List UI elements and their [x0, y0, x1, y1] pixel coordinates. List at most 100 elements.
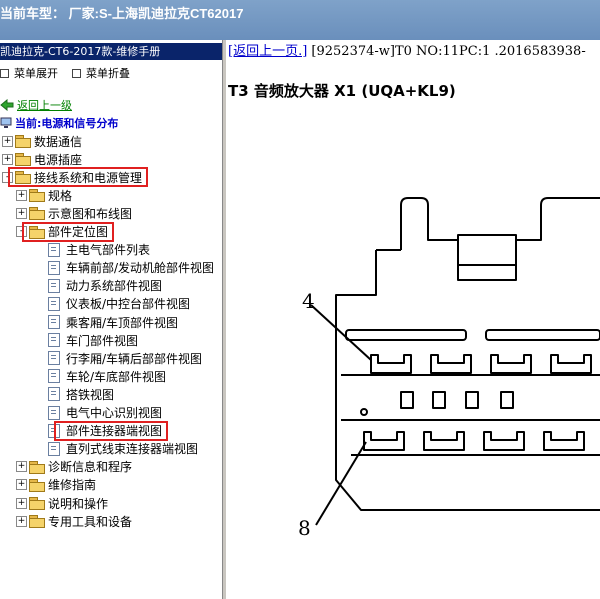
document-icon [48, 296, 60, 311]
expand-menu-button[interactable]: 菜单展开 [0, 65, 58, 81]
tree-item-label: 电气中心识别视图 [66, 406, 163, 420]
tree-doc-7[interactable]: 车辆前部/发动机舱部件视图 [48, 259, 214, 277]
housing-detail [360, 408, 368, 416]
tree-folder-21[interactable]: + 专用工具和设备 [16, 512, 132, 530]
expand-node-icon[interactable]: + [16, 497, 27, 509]
back-arrow-icon [0, 99, 14, 111]
tree-doc-8[interactable]: 动力系统部件视图 [48, 277, 162, 295]
tree-folder-20[interactable]: + 说明和操作 [16, 494, 108, 512]
tree-folder-1[interactable]: + 电源插座 [2, 150, 82, 168]
collapse-icon [72, 68, 81, 78]
folder-icon [29, 497, 45, 510]
content-nav-line: [返回上一页.] [9252374-w]T0 NO:11PC:1 .201658… [228, 40, 586, 59]
folder-icon [29, 207, 45, 221]
connector-latch [400, 197, 600, 250]
pin-label-4: 4 [302, 289, 315, 313]
upper-rail-right [485, 329, 600, 341]
title-bar: 当前车型： 厂家:S-上海凯迪拉克CT62017 [0, 0, 600, 40]
latch-slot [457, 240, 517, 281]
callout-line-4 [310, 304, 372, 361]
expand-menu-label: 菜单展开 [14, 67, 58, 80]
tree-doc-13[interactable]: 车轮/车底部件视图 [48, 367, 166, 385]
tree-item-label: 车辆前部/发动机舱部件视图 [66, 261, 215, 276]
return-prev-page-link[interactable]: [返回上一页.] [228, 44, 307, 59]
expand-node-icon[interactable]: + [16, 207, 27, 219]
tree-item-label: 乘客厢/车顶部件视图 [66, 315, 179, 330]
tree-item-label: 直列式线束连接器端视图 [66, 442, 199, 457]
back-up-label: 返回上一级 [17, 99, 72, 112]
tree-item-label: 维修指南 [48, 478, 97, 493]
folder-icon [29, 189, 45, 203]
highlight-box [54, 420, 168, 441]
terminal-row-top [370, 354, 592, 374]
tree-item-label: 仪表板/中控台部件视图 [66, 297, 191, 312]
document-icon [48, 333, 60, 348]
computer-icon [0, 117, 12, 128]
tree-item-label: 示意图和布线图 [48, 206, 133, 221]
content-panel: [返回上一页.] [9252374-w]T0 NO:11PC:1 .201658… [226, 40, 600, 599]
connector-housing [335, 250, 600, 511]
panel-title: 凯迪拉克-CT6-2017款-维修手册 [0, 43, 222, 60]
collapse-menu-button[interactable]: 菜单折叠 [72, 65, 130, 81]
callout-line-8 [315, 441, 367, 526]
expand-node-icon[interactable]: + [16, 479, 27, 491]
folder-icon [15, 135, 31, 148]
key-slots [400, 391, 514, 409]
back-up-link[interactable]: 返回上一级 [0, 97, 72, 113]
document-info: [9252374-w]T0 NO:11PC:1 .2016583938- [307, 44, 586, 59]
folder-icon [29, 478, 45, 492]
pin-label-8: 8 [298, 516, 311, 540]
tree-folder-3[interactable]: + 规格 [16, 186, 72, 204]
document-icon [48, 369, 60, 384]
expand-icon [0, 68, 9, 78]
tree-doc-12[interactable]: 行李厢/车辆后部部件视图 [48, 349, 202, 367]
tree-doc-14[interactable]: 搭铁视图 [48, 385, 114, 403]
folder-icon [29, 460, 45, 474]
document-icon [48, 260, 60, 275]
document-icon [48, 441, 60, 456]
folder-icon [29, 515, 45, 529]
document-icon [48, 405, 60, 420]
tree-folder-19[interactable]: + 维修指南 [16, 476, 96, 494]
tree-folder-0[interactable]: + 数据通信 [2, 132, 82, 150]
tree-doc-10[interactable]: 乘客厢/车顶部件视图 [48, 313, 178, 331]
tree-doc-9[interactable]: 仪表板/中控台部件视图 [48, 295, 190, 313]
tree-item-label: 电源插座 [34, 152, 83, 167]
tree-item-label: 动力系统部件视图 [66, 279, 163, 294]
tree-item-label: 车轮/车底部件视图 [66, 369, 167, 384]
tree-item-label: 车门部件视图 [66, 333, 139, 348]
folder-icon [15, 153, 31, 167]
panel-title-text: 凯迪拉克-CT6-2017款-维修手册 [0, 45, 161, 58]
expand-node-icon[interactable]: + [2, 153, 13, 165]
tree-doc-6[interactable]: 主电气部件列表 [48, 241, 150, 259]
tree-doc-11[interactable]: 车门部件视图 [48, 331, 138, 349]
document-title: T3 音频放大器 X1 (UQA+KL9) [228, 82, 456, 100]
tree-folder-4[interactable]: + 示意图和布线图 [16, 204, 132, 222]
tree-item-label: 行李厢/车辆后部部件视图 [66, 351, 203, 366]
collapse-menu-label: 菜单折叠 [86, 67, 130, 80]
highlight-box [8, 167, 148, 188]
document-icon [48, 315, 60, 329]
expand-node-icon[interactable]: + [16, 461, 27, 473]
highlight-box [22, 221, 114, 242]
document-icon [48, 351, 60, 366]
expand-node-icon[interactable]: + [16, 189, 27, 201]
document-icon [48, 242, 60, 257]
app-title: 当前车型： 厂家:S-上海凯迪拉克CT62017 [0, 6, 244, 21]
document-icon [48, 278, 60, 293]
tree-item-label: 规格 [48, 188, 73, 203]
tree-item-label: 搭铁视图 [66, 387, 115, 402]
tree-item-label: 说明和操作 [48, 496, 109, 511]
current-location: 当前:电源和信号分布 [0, 115, 118, 131]
tree-folder-18[interactable]: + 诊断信息和程序 [16, 458, 132, 476]
connector-end-view-diagram: 4 8 [298, 197, 600, 540]
terminal-row-bottom [363, 431, 585, 451]
tree-doc-15[interactable]: 电气中心识别视图 [48, 404, 162, 422]
expand-node-icon[interactable]: + [2, 135, 13, 147]
left-panel: 凯迪拉克-CT6-2017款-维修手册 菜单展开 菜单折叠 返回上一级 当前:电… [0, 40, 222, 599]
tree-item-label: 数据通信 [34, 134, 83, 149]
expand-node-icon[interactable]: + [16, 515, 27, 527]
tree-item-label: 专用工具和设备 [48, 514, 133, 529]
tree-doc-17[interactable]: 直列式线束连接器端视图 [48, 440, 198, 458]
tree-item-label: 主电气部件列表 [66, 243, 151, 258]
